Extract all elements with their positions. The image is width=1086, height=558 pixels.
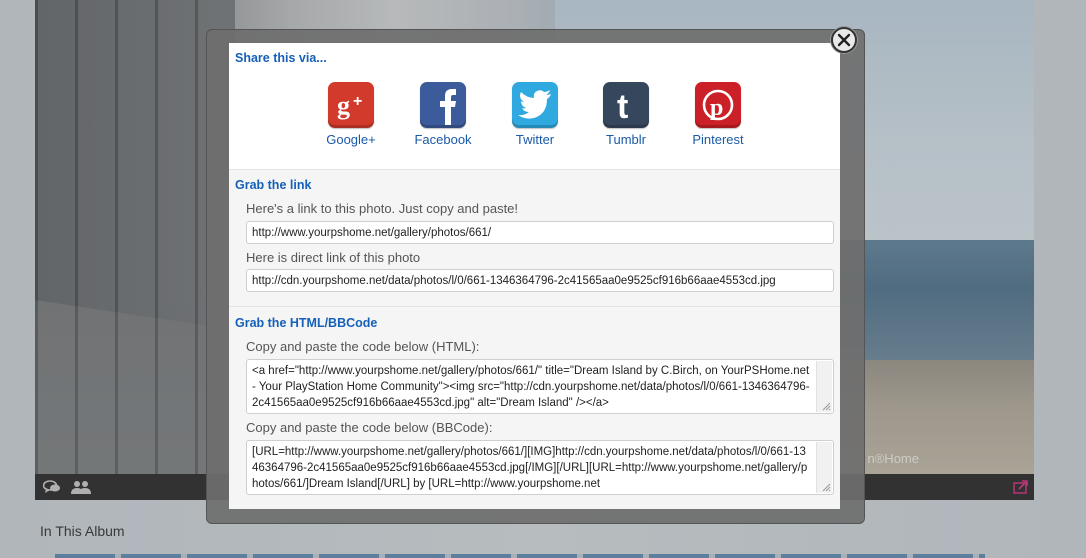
share-section-title: Share this via... [235,51,327,65]
twitter-icon [512,82,558,128]
html-code-text: <a href="http://www.yourpshome.net/galle… [252,365,810,409]
svg-text:g: g [337,91,350,120]
share-google-plus[interactable]: g + Google+ [311,82,391,147]
bbcode-label: Copy and paste the code below (BBCode): [246,420,493,435]
photo-link-label: Here's a link to this photo. Just copy a… [246,201,519,216]
share-google-plus-label: Google+ [326,132,376,147]
tumblr-icon: t [603,82,649,128]
share-section: Share this via... g + Google+ Facebook T… [229,43,840,170]
resize-grip-icon[interactable] [821,401,831,411]
direct-link-label: Here is direct link of this photo [246,250,421,265]
facebook-icon [420,82,466,128]
close-button[interactable] [831,27,857,53]
share-modal: Share this via... g + Google+ Facebook T… [229,43,840,509]
link-section: Grab the link Here's a link to this phot… [229,170,840,307]
google-plus-icon: g + [328,82,374,128]
resize-grip-icon[interactable] [821,482,831,492]
code-section: Grab the HTML/BBCode Copy and paste the … [229,307,840,509]
html-code-field[interactable]: <a href="http://www.yourpshome.net/galle… [246,359,834,414]
share-tumblr[interactable]: t Tumblr [586,82,666,147]
link-section-title: Grab the link [235,178,312,192]
share-facebook[interactable]: Facebook [403,82,483,147]
share-twitter-label: Twitter [515,132,555,147]
photo-link-field[interactable] [246,221,834,244]
svg-text:+: + [353,93,362,110]
share-tumblr-label: Tumblr [606,132,646,147]
bbcode-text: [URL=http://www.yourpshome.net/gallery/p… [252,446,808,490]
share-facebook-label: Facebook [414,132,472,147]
share-pinterest[interactable]: p Pinterest [678,82,758,147]
share-twitter[interactable]: Twitter [495,82,575,147]
code-section-title: Grab the HTML/BBCode [235,316,378,330]
svg-text:p: p [710,95,723,121]
share-services: g + Google+ Facebook Twitter t Tumblr p … [229,82,840,152]
html-code-label: Copy and paste the code below (HTML): [246,339,480,354]
bbcode-field[interactable]: [URL=http://www.yourpshome.net/gallery/p… [246,440,834,495]
svg-text:t: t [617,88,628,123]
share-pinterest-label: Pinterest [692,132,744,147]
close-icon [837,33,851,47]
pinterest-icon: p [695,82,741,128]
direct-link-field[interactable] [246,269,834,292]
